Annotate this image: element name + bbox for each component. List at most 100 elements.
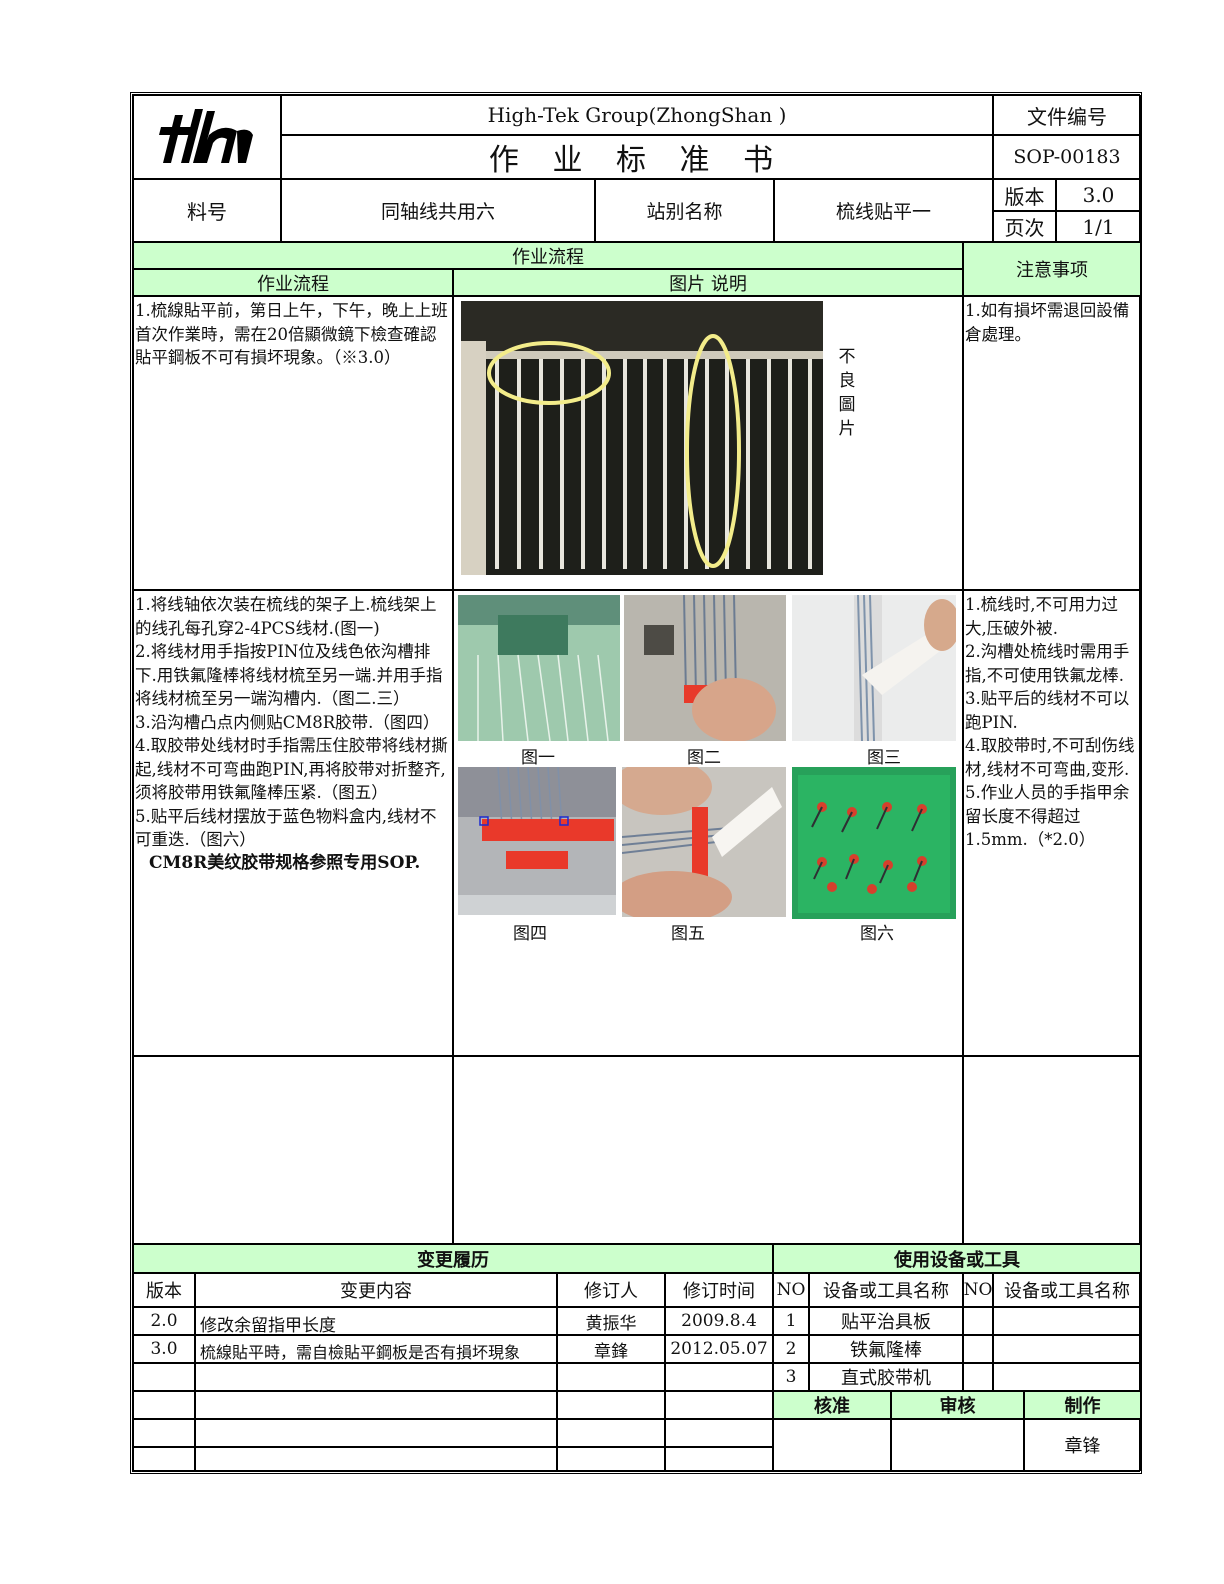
equipment-empty-cell (993, 1335, 1141, 1363)
history-row-version: 3.0 (133, 1335, 195, 1363)
photo-6 (792, 767, 956, 919)
history-row-date: 2009.8.4 (665, 1307, 773, 1335)
row1-steps: 1.梳線貼平前，第日上午，下午，晚上上班首次作業時，需在20倍顯微鏡下檢查確認貼… (133, 296, 453, 590)
equipment-header-no: NO (963, 1273, 993, 1307)
history-empty-cell (133, 1391, 195, 1419)
tape-spec-note: CM8R美纹胶带规格参照专用SOP. (149, 852, 421, 873)
row1-picture-cell: 不 良 圖 片 (453, 296, 963, 590)
history-empty-cell (557, 1447, 665, 1471)
caption-6: 图六 (860, 924, 894, 944)
history-title: 变更履历 (133, 1244, 773, 1273)
equipment-row-no: 3 (773, 1363, 809, 1391)
notes-column-header: 注意事项 (963, 242, 1141, 296)
photo-1 (458, 595, 620, 741)
history-header-reviser: 修订人 (557, 1273, 665, 1307)
step-1: 1.将线轴依次装在梳线的架子上.梳线架上的线孔每孔穿2-4PCS线材.(图一) (135, 595, 437, 638)
part-label: 料号 (133, 179, 281, 242)
history-empty-cell (665, 1447, 773, 1471)
page-value: 1/1 (1056, 211, 1141, 242)
sop-sheet: High-Tek Group(ZhongShan ) 作 业 标 准 书 文件编… (130, 92, 1142, 1474)
history-empty-cell (665, 1391, 773, 1419)
logo-cell (133, 95, 281, 179)
version-value: 3.0 (1056, 179, 1141, 211)
row2-steps: 1.将线轴依次装在梳线的架子上.梳线架上的线孔每孔穿2-4PCS线材.(图一) … (133, 590, 453, 1056)
equipment-header-name: 设备或工具名称 (809, 1273, 963, 1307)
maker-signature: 章锋 (1024, 1419, 1141, 1471)
history-empty-cell (133, 1363, 195, 1391)
photo-3 (792, 595, 956, 741)
history-row-reviser: 黄振华 (557, 1307, 665, 1335)
history-empty-cell (195, 1363, 557, 1391)
step-4: 4.取胶带处线材时手指需压住胶带将线材撕起,线材不可弯曲跑PIN,再将胶带对折整… (135, 736, 448, 802)
equipment-row-name: 贴平治具板 (809, 1307, 963, 1335)
equipment-row-name: 铁氟隆棒 (809, 1335, 963, 1363)
note-3: 3.贴平后的线材不可以跑PIN. (965, 689, 1130, 732)
step-3: 3.沿沟槽凸点内侧贴CM8R胶带.（图四） (135, 712, 440, 732)
equipment-header-name: 设备或工具名称 (993, 1273, 1141, 1307)
history-row-date: 2012.05.07 (665, 1335, 773, 1363)
review-signature (891, 1419, 1024, 1471)
bad-picture-label: 不 良 圖 片 (836, 345, 858, 441)
page-label: 页次 (993, 211, 1056, 242)
history-empty-cell (557, 1363, 665, 1391)
station-value: 梳线贴平一 (774, 179, 993, 242)
step-5: 5.贴平后线材摆放于蓝色物料盒内,线材不可重迭.（图六） (135, 806, 437, 850)
bad-label-char: 不 (838, 347, 856, 367)
caption-5: 图五 (671, 924, 705, 944)
approve-label: 核准 (773, 1391, 891, 1419)
history-row-version: 2.0 (133, 1307, 195, 1335)
row3-notes (963, 1056, 1141, 1244)
history-empty-cell (557, 1391, 665, 1419)
part-value: 同轴线共用六 (281, 179, 595, 242)
photo-2 (624, 595, 786, 741)
row3-steps (133, 1056, 453, 1244)
history-empty-cell (665, 1363, 773, 1391)
note-1: 1.梳线时,不可用力过大,压破外被. (965, 595, 1118, 638)
approve-signature (773, 1419, 891, 1471)
bad-label-char: 圖 (838, 395, 856, 415)
equipment-row-no: 1 (773, 1307, 809, 1335)
equipment-title: 使用设备或工具 (773, 1244, 1141, 1273)
bad-label-char: 良 (838, 371, 856, 391)
photo-5 (622, 767, 786, 917)
equipment-header-no: NO (773, 1273, 809, 1307)
history-row-reviser: 章鋒 (557, 1335, 665, 1363)
caption-1: 图一 (521, 748, 555, 768)
row2-notes: 1.梳线时,不可用力过大,压破外被. 2.沟槽处梳线时需用手指,不可使用铁氟龙棒… (963, 590, 1141, 1056)
step-2: 2.将线材用手指按PIN位及线色依沟槽排下.用铁氟隆棒将线材梳至另一端.并用手指… (135, 642, 443, 708)
equipment-empty-cell (963, 1307, 993, 1335)
maker-label: 制作 (1024, 1391, 1141, 1419)
row2-picture-cell: 图一 图二 图三 图四 图五 图六 (453, 590, 963, 1056)
history-empty-cell (133, 1447, 195, 1471)
history-row-content: 修改余留指甲长度 (195, 1307, 557, 1335)
history-empty-cell (195, 1447, 557, 1471)
version-label: 版本 (993, 179, 1056, 211)
flow-column-header: 作业流程 (133, 269, 453, 296)
history-row-content: 梳線貼平時，需自檢貼平鋼板是否有損坏現象 (195, 1335, 557, 1363)
row3-picture-cell (453, 1056, 963, 1244)
review-label: 审核 (891, 1391, 1024, 1419)
note-2: 2.沟槽处梳线时需用手指,不可使用铁氟龙棒. (965, 642, 1130, 685)
history-header-version: 版本 (133, 1273, 195, 1307)
row1-notes: 1.如有損坏需退回設備倉處理。 (963, 296, 1141, 590)
equipment-empty-cell (963, 1363, 993, 1391)
photo-4 (458, 767, 616, 915)
defect-photo (461, 301, 823, 575)
equipment-empty-cell (993, 1363, 1141, 1391)
doc-number: SOP-00183 (993, 135, 1141, 179)
flow-section-title: 作业流程 (133, 242, 963, 269)
equipment-empty-cell (963, 1335, 993, 1363)
picture-column-header: 图片 说明 (453, 269, 963, 296)
caption-2: 图二 (687, 748, 721, 768)
history-empty-cell (665, 1419, 773, 1447)
history-empty-cell (557, 1419, 665, 1447)
note-4: 4.取胶带时,不可刮伤线材,线材不可弯曲,变形. (965, 736, 1135, 779)
history-empty-cell (195, 1391, 557, 1419)
bad-label-char: 片 (838, 419, 856, 439)
note-5: 5.作业人员的手指甲余留长度不得超过1.5mm.（*2.0） (965, 783, 1130, 849)
equipment-row-name: 直式胶带机 (809, 1363, 963, 1391)
equipment-empty-cell (993, 1307, 1141, 1335)
document-title: 作 业 标 准 书 (281, 135, 993, 179)
history-header-date: 修订时间 (665, 1273, 773, 1307)
equipment-row-no: 2 (773, 1335, 809, 1363)
